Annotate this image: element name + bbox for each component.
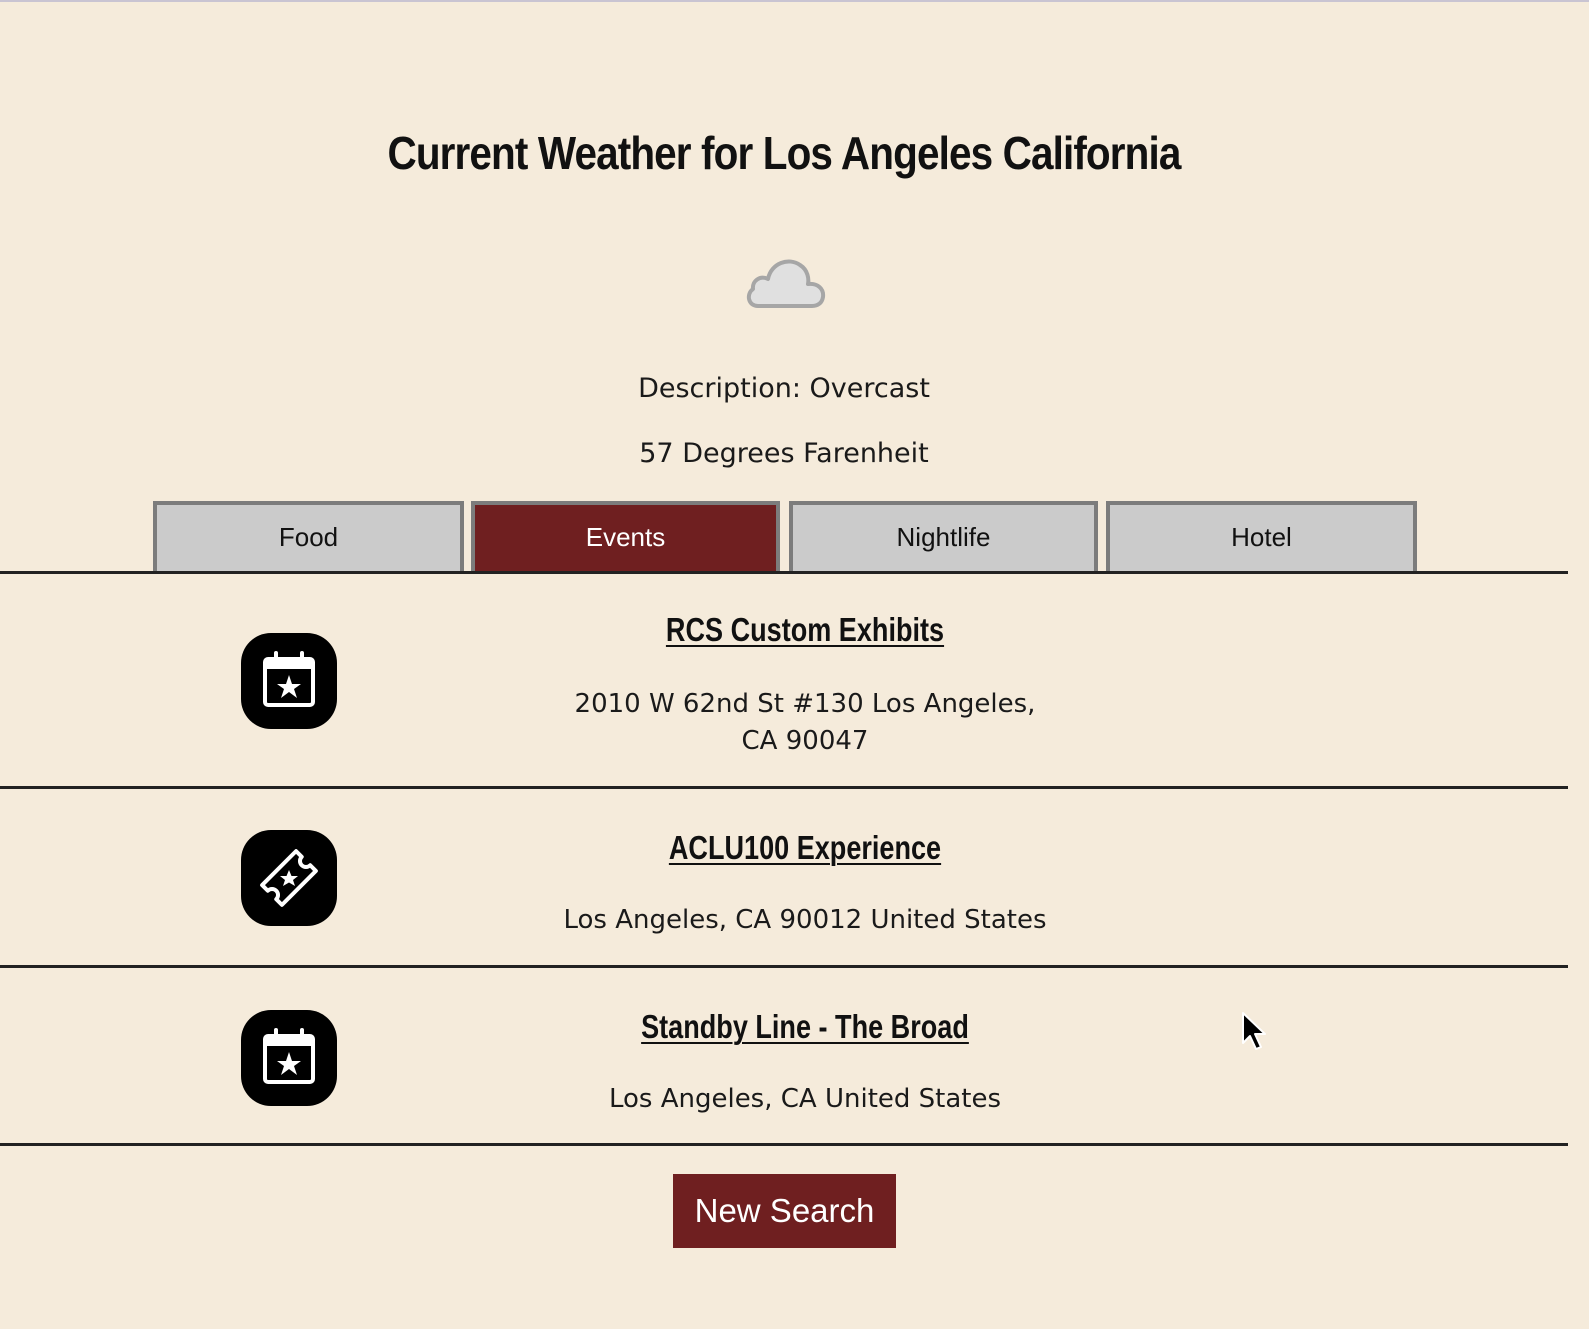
divider	[0, 965, 1568, 968]
tab-food[interactable]: Food	[153, 501, 464, 573]
cloud-icon	[744, 253, 826, 309]
weather-description: Description: Overcast	[638, 373, 930, 404]
divider	[0, 571, 1568, 574]
tab-events[interactable]: Events	[471, 501, 780, 573]
result-address: Los Angeles, CA United States	[608, 1084, 1002, 1114]
top-border	[0, 0, 1589, 2]
ticket-icon	[241, 830, 337, 926]
mouse-cursor-icon	[1240, 1011, 1268, 1053]
result-address: 2010 W 62nd St #130 Los Angeles, CA 9004…	[574, 689, 1036, 756]
calendar-star-icon	[241, 633, 337, 729]
tab-hotel[interactable]: Hotel	[1106, 501, 1417, 573]
result-name-link[interactable]: RCS Custom Exhibits	[477, 611, 1133, 649]
result-name-link[interactable]: Standby Line - The Broad	[477, 1008, 1133, 1046]
divider	[0, 1143, 1568, 1146]
calendar-star-icon	[241, 1010, 337, 1106]
result-address: Los Angeles, CA 90012 United States	[563, 905, 1047, 935]
weather-temperature: 57 Degrees Farenheit	[639, 438, 929, 469]
tab-nightlife[interactable]: Nightlife	[789, 501, 1098, 573]
divider	[0, 786, 1568, 789]
new-search-button[interactable]: New Search	[673, 1174, 896, 1248]
page-title: Current Weather for Los Angeles Californ…	[387, 127, 1181, 179]
result-name-link[interactable]: ACLU100 Experience	[477, 829, 1133, 867]
